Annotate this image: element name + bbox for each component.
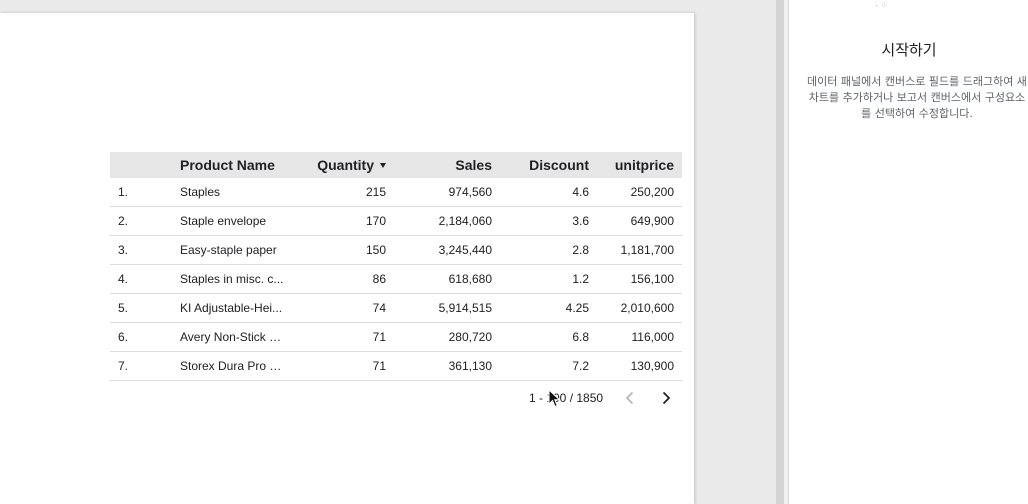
cell-unitprice: 649,900 (630, 214, 674, 228)
table-row[interactable]: 2. Staple envelope 170 2,184,060 3.6 649… (110, 207, 682, 236)
cell-quantity: 170 (365, 214, 386, 228)
row-index: 4. (118, 272, 129, 286)
row-index: 6. (118, 330, 129, 344)
table-row[interactable]: 3. Easy-staple paper 150 3,245,440 2.8 1… (110, 236, 682, 265)
table-pagination: 1 - 100 / 1850 (110, 386, 682, 410)
panel-divider-bar[interactable] (776, 0, 784, 504)
cell-discount: 7.2 (572, 359, 589, 373)
cell-quantity: 215 (365, 185, 386, 199)
table-row[interactable]: 7. Storex Dura Pro B... 71 361,130 7.2 1… (110, 352, 682, 381)
cell-quantity: 150 (365, 243, 386, 257)
cell-quantity: 71 (372, 359, 386, 373)
row-index: 1. (118, 185, 129, 199)
panel-title: 시작하기 (881, 41, 937, 59)
row-index: 3. (118, 243, 129, 257)
cell-sales: 5,914,515 (438, 301, 492, 315)
cell-unitprice: 1,181,700 (620, 243, 674, 257)
header-quantity-label: Quantity (317, 157, 374, 173)
cell-quantity: 74 (372, 301, 386, 315)
cell-product-name: Staples in misc. c... (180, 272, 284, 286)
cell-discount: 3.6 (572, 214, 589, 228)
cell-sales: 2,184,060 (438, 214, 492, 228)
cell-sales: 974,560 (448, 185, 492, 199)
panel-description: 데이터 패널에서 캔버스로 필드를 드래그하여 새 차트를 추가하거나 보고서 … (807, 75, 1027, 120)
cell-product-name: KI Adjustable-Hei... (180, 301, 283, 315)
row-index: 5. (118, 301, 129, 315)
table-row[interactable]: 5. KI Adjustable-Hei... 74 5,914,515 4.2… (110, 294, 682, 323)
pagination-range: 1 - 100 / 1850 (529, 391, 604, 405)
cell-sales: 361,130 (448, 359, 492, 373)
cell-unitprice: 116,000 (631, 330, 675, 344)
table-header: Product Name Quantity Sales Discount uni… (110, 152, 682, 178)
row-index: 7. (118, 359, 129, 373)
sort-descending-icon (380, 162, 386, 168)
chevron-left-icon[interactable] (620, 388, 640, 408)
cell-unitprice: 250,200 (630, 185, 674, 199)
cell-sales: 280,720 (448, 330, 492, 344)
cell-discount: 2.8 (572, 243, 589, 257)
panel-resize-handle[interactable] (776, 0, 788, 504)
table-row[interactable]: 4. Staples in misc. c... 86 618,680 1.2 … (110, 265, 682, 294)
table-row[interactable]: 6. Avery Non-Stick B... 71 280,720 6.8 1… (110, 323, 682, 352)
header-product-name[interactable]: Product Name (180, 152, 275, 178)
cell-product-name: Staples (180, 185, 221, 199)
cell-discount: 6.8 (572, 330, 589, 344)
cell-quantity: 86 (372, 272, 386, 286)
header-unitprice[interactable]: unitprice (600, 152, 674, 178)
cell-quantity: 71 (372, 330, 386, 344)
header-discount[interactable]: Discount (506, 152, 589, 178)
cell-sales: 3,245,440 (438, 243, 492, 257)
table-row[interactable]: 1. Staples 215 974,560 4.6 250,200 (110, 178, 682, 207)
cell-product-name: Easy-staple paper (180, 243, 277, 257)
cell-product-name: Avery Non-Stick B... (180, 330, 284, 344)
cell-discount: 4.25 (565, 301, 589, 315)
mouse-pointer-icon (548, 388, 562, 409)
cell-discount: 4.6 (572, 185, 589, 199)
cell-unitprice: 2,010,600 (620, 301, 674, 315)
loading-dots-icon: · ⁘ (875, 0, 889, 10)
cell-product-name: Staple envelope (180, 214, 267, 228)
cell-unitprice: 156,100 (630, 272, 674, 286)
cell-sales: 618,680 (448, 272, 492, 286)
header-quantity[interactable]: Quantity (306, 152, 386, 178)
properties-panel: · ⁘ 시작하기 데이터 패널에서 캔버스로 필드를 드래그하여 새 차트를 추… (788, 0, 1028, 504)
row-index: 2. (118, 214, 129, 228)
header-sales[interactable]: Sales (406, 152, 492, 178)
cell-product-name: Storex Dura Pro B... (180, 359, 284, 373)
cell-unitprice: 130,900 (630, 359, 674, 373)
cell-discount: 1.2 (572, 272, 589, 286)
data-table[interactable]: Product Name Quantity Sales Discount uni… (110, 152, 682, 381)
chevron-right-icon[interactable] (656, 388, 676, 408)
